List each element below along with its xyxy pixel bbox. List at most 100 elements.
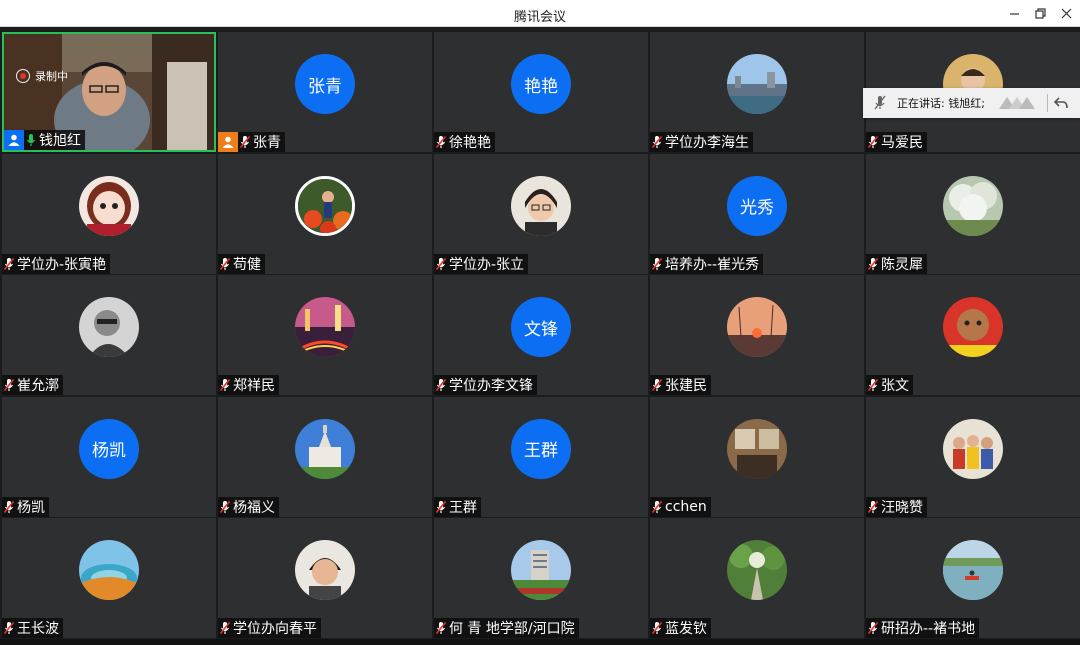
avatar-photo: [295, 297, 355, 357]
mic-muted-icon: [866, 619, 880, 637]
participant-tile[interactable]: 学位办李海生: [650, 32, 864, 152]
participant-name: 蓝发钦: [665, 621, 707, 637]
participant-nametag: 学位办李文锋: [434, 375, 537, 395]
participant-tile[interactable]: 艳艳 徐艳艳: [434, 32, 648, 152]
participant-nametag: 学位办-张立: [434, 253, 529, 274]
participant-name: 王群: [449, 499, 477, 516]
mic-muted-icon: [238, 133, 252, 151]
participant-name: 学位办-张立: [449, 256, 525, 273]
participant-name: cchen: [665, 498, 707, 515]
participant-nametag: 苟健: [218, 253, 265, 274]
participant-nametag: 学位办-张寅艳: [2, 253, 111, 274]
participant-tile[interactable]: 杨凯 杨凯: [2, 396, 216, 517]
collapse-icon[interactable]: [1048, 97, 1074, 109]
participant-nametag: 蓝发钦: [650, 618, 711, 638]
participant-nametag: 马爱民: [866, 132, 927, 152]
participant-tile[interactable]: 郑祥民: [218, 275, 432, 395]
mic-muted-icon: [2, 498, 16, 516]
participant-tile[interactable]: 张青 张青: [218, 32, 432, 152]
restore-icon[interactable]: [1031, 4, 1049, 22]
participant-tile[interactable]: 王群 王群: [434, 396, 648, 517]
avatar-photo: [79, 540, 139, 600]
speaking-indicator[interactable]: 正在讲话: 钱旭红;: [863, 88, 1080, 118]
mic-muted-icon: [218, 376, 232, 394]
avatar-photo: [511, 540, 571, 600]
participant-tile[interactable]: 崔允漷: [2, 275, 216, 395]
avatar-photo: [727, 540, 787, 600]
blurred-names: [997, 95, 1037, 111]
participant-nametag: 学位办李海生: [650, 132, 753, 152]
avatar-photo: [295, 540, 355, 600]
participant-tile[interactable]: 录制中 钱旭红: [2, 32, 216, 152]
participant-name: 郑祥民: [233, 378, 275, 394]
mic-muted-icon: [218, 619, 232, 637]
participant-name: 培养办--崔光秀: [665, 256, 760, 273]
mic-muted-icon: [2, 255, 16, 273]
participant-name: 汪晓赞: [881, 499, 923, 516]
participant-tile[interactable]: 汪晓赞: [866, 396, 1080, 517]
avatar-photo: [727, 54, 787, 114]
participant-name: 王长波: [17, 621, 59, 637]
participant-nametag: 陈灵犀: [866, 253, 927, 274]
avatar-photo: [727, 418, 787, 479]
mic-muted-icon: [434, 133, 448, 151]
participant-tile[interactable]: 学位办向春平: [218, 518, 432, 638]
avatar-photo: [943, 540, 1003, 600]
participant-name: 张文: [881, 378, 909, 394]
participant-nametag: 研招办--褚书地: [866, 618, 980, 638]
participant-tile[interactable]: 陈灵犀: [866, 153, 1080, 274]
close-icon[interactable]: [1057, 4, 1075, 22]
participant-tile[interactable]: 学位办-张立: [434, 153, 648, 274]
mic-on-icon: [24, 131, 38, 149]
participant-tile[interactable]: 文锋 学位办李文锋: [434, 275, 648, 395]
participant-tile[interactable]: cchen: [650, 396, 864, 517]
participant-name: 杨福义: [233, 499, 275, 516]
participant-nametag: 郑祥民: [218, 375, 279, 395]
participant-tile[interactable]: 杨福义: [218, 396, 432, 517]
participant-nametag: 何 青 地学部/河口院: [434, 618, 579, 638]
participant-tile[interactable]: 光秀 培养办--崔光秀: [650, 153, 864, 274]
participant-nametag: 学位办向春平: [218, 618, 321, 638]
recording-label: 录制中: [35, 70, 68, 83]
participant-tile[interactable]: 蓝发钦: [650, 518, 864, 638]
minimize-icon[interactable]: [1005, 4, 1023, 22]
avatar: 王群: [511, 418, 571, 479]
participant-tile[interactable]: 张建民: [650, 275, 864, 395]
mic-muted-icon: [434, 498, 448, 516]
avatar: 张青: [295, 54, 355, 114]
participant-name: 马爱民: [881, 135, 923, 151]
participant-nametag: 张文: [866, 375, 913, 395]
participant-nametag: 杨福义: [218, 496, 279, 517]
participant-tile[interactable]: 张文: [866, 275, 1080, 395]
participant-tile[interactable]: 王长波: [2, 518, 216, 638]
mic-muted-icon: [650, 255, 664, 273]
participant-tile[interactable]: 何 青 地学部/河口院: [434, 518, 648, 638]
participant-name: 崔允漷: [17, 378, 59, 394]
speaker-muted-icon: [863, 95, 897, 111]
participant-name: 钱旭红: [39, 133, 81, 149]
avatar-photo: [511, 175, 571, 236]
mic-muted-icon: [866, 255, 880, 273]
participant-name: 学位办李海生: [665, 135, 749, 151]
mic-muted-icon: [218, 498, 232, 516]
participant-tile[interactable]: 苟健: [218, 153, 432, 274]
participant-tile[interactable]: 学位办-张寅艳: [2, 153, 216, 274]
participant-nametag: cchen: [650, 496, 711, 517]
participant-tile[interactable]: 研招办--褚书地: [866, 518, 1080, 638]
mic-muted-icon: [434, 619, 448, 637]
speaking-label: 正在讲话: 钱旭红;: [897, 97, 985, 110]
mic-muted-icon: [650, 498, 664, 516]
mic-muted-icon: [866, 376, 880, 394]
recording-indicator: 录制中: [16, 68, 68, 84]
bottom-edge: [0, 639, 1080, 645]
avatar: 文锋: [511, 297, 571, 357]
mic-muted-icon: [650, 133, 664, 151]
title-bar: 腾讯会议: [0, 0, 1080, 27]
mic-muted-icon: [434, 376, 448, 394]
avatar-photo: [79, 297, 139, 357]
participant-name: 徐艳艳: [449, 135, 491, 151]
participant-name: 学位办向春平: [233, 621, 317, 637]
participant-name: 学位办李文锋: [449, 378, 533, 394]
participant-name: 陈灵犀: [881, 256, 923, 273]
participant-name: 何 青 地学部/河口院: [449, 621, 575, 637]
